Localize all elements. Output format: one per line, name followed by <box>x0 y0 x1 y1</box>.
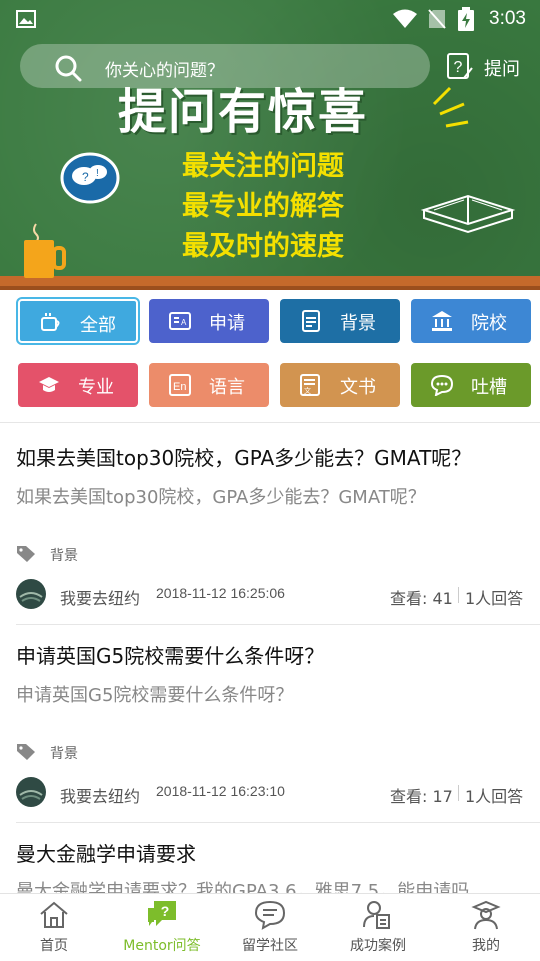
banner-chalk-tray <box>0 276 540 286</box>
username[interactable]: 我要去纽约 <box>60 585 140 609</box>
user-document-icon <box>363 901 390 929</box>
nav-success-cases[interactable]: 成功案例 <box>324 894 432 961</box>
question-tag[interactable]: 背景 <box>50 743 78 763</box>
tag-icon <box>17 744 35 760</box>
nav-mentor-qa[interactable]: ? Mentor问答 <box>108 894 216 961</box>
view-count: 查看: 17 <box>390 787 453 806</box>
category-label: 院校 <box>471 313 507 334</box>
banner-slogan-3: 最及时的速度 <box>182 231 344 262</box>
question-title[interactable]: 申请英国G5院校需要什么条件呀？ <box>16 640 324 669</box>
question-title[interactable]: 如果去美国top30院校，GPA多少能去？GMAT呢？ <box>16 442 471 471</box>
category-label: 申请 <box>209 313 245 334</box>
category-rant-button[interactable]: 吐槽 <box>411 363 531 407</box>
language-en-icon: En <box>169 374 191 396</box>
home-icon <box>40 901 68 928</box>
document-icon <box>302 310 320 332</box>
question-bubble-icon: ? <box>148 901 176 926</box>
post-time: 2018-11-12 16:25:06 <box>156 585 285 601</box>
banner-headline: 提问有惊喜 <box>118 84 369 140</box>
sparkle-lines-decoration <box>432 86 469 128</box>
avatar-image <box>19 592 43 602</box>
svg-text:A: A <box>181 318 187 327</box>
divider <box>16 624 540 625</box>
svg-text:文: 文 <box>304 386 311 395</box>
category-background-button[interactable]: 背景 <box>280 299 400 343</box>
divider <box>0 422 540 423</box>
username[interactable]: 我要去纽约 <box>60 783 140 807</box>
answer-count: 1人回答 <box>465 589 524 608</box>
nav-label: Mentor问答 <box>123 938 201 954</box>
svg-text:?: ? <box>161 903 170 919</box>
category-apply-button[interactable]: A 申请 <box>149 299 269 343</box>
institution-icon <box>432 311 452 331</box>
category-school-button[interactable]: 院校 <box>411 299 531 343</box>
nav-label: 留学社区 <box>242 938 298 954</box>
category-label: 背景 <box>340 313 376 334</box>
category-label: 全部 <box>80 315 116 336</box>
nav-community[interactable]: 留学社区 <box>216 894 324 961</box>
category-label: 吐槽 <box>471 377 507 398</box>
nav-label: 成功案例 <box>350 938 406 954</box>
svg-text:?: ? <box>82 170 89 184</box>
ask-button[interactable]: 提问 <box>484 55 520 81</box>
category-major-button[interactable]: 专业 <box>18 363 138 407</box>
battery-charging-icon <box>458 7 474 31</box>
category-language-button[interactable]: En 语言 <box>149 363 269 407</box>
banner-chalk-tray-edge <box>0 286 540 290</box>
essay-icon: 文 <box>300 374 320 396</box>
wifi-icon <box>393 9 417 28</box>
question-tag[interactable]: 背景 <box>50 545 78 565</box>
no-sim-icon <box>428 9 446 29</box>
status-bar: 3:03 <box>0 0 540 38</box>
search-icon <box>55 55 82 82</box>
nav-me[interactable]: 我的 <box>432 894 540 961</box>
coffee-mug-icon <box>24 223 66 278</box>
clock: 3:03 <box>489 8 526 29</box>
gallery-notification-icon <box>16 10 36 28</box>
avatar[interactable] <box>16 777 46 807</box>
category-label: 文书 <box>340 377 376 398</box>
separator <box>458 587 459 603</box>
svg-text:!: ! <box>96 168 99 179</box>
graduation-cap-icon <box>39 377 59 392</box>
graduate-user-icon <box>471 900 501 930</box>
category-label: 语言 <box>209 377 245 398</box>
view-count: 查看: 41 <box>390 589 453 608</box>
question-description[interactable]: 如果去美国top30院校，GPA多少能去？GMAT呢？ <box>16 483 426 509</box>
separator <box>458 785 459 801</box>
cup-icon <box>41 313 60 331</box>
category-all-button[interactable]: 全部 <box>18 299 138 343</box>
avatar[interactable] <box>16 579 46 609</box>
nav-label: 我的 <box>472 938 500 954</box>
category-label: 专业 <box>78 377 114 398</box>
banner-slogan-2: 最专业的解答 <box>182 191 344 222</box>
nav-home[interactable]: 首页 <box>0 894 108 961</box>
message-icon <box>254 900 286 930</box>
svg-text:En: En <box>173 381 186 393</box>
category-essay-button[interactable]: 文 文书 <box>280 363 400 407</box>
nav-label: 首页 <box>40 938 68 954</box>
divider <box>16 822 540 823</box>
question-title[interactable]: 曼大金融学申请要求 <box>16 838 196 867</box>
answer-count: 1人回答 <box>465 787 524 806</box>
question-description[interactable]: 申请英国G5院校需要什么条件呀？ <box>16 681 293 707</box>
avatar-image <box>19 790 43 800</box>
open-book-icon <box>420 194 516 234</box>
banner-slogan-1: 最关注的问题 <box>182 151 344 182</box>
chat-bubble-icon <box>431 374 453 396</box>
tag-icon <box>17 546 35 562</box>
bottom-navigation: 首页 ? Mentor问答 留学社区 成功案例 我的 <box>0 893 540 961</box>
id-card-icon: A <box>169 312 191 330</box>
speech-bubble-badge-icon: ? ! <box>60 152 120 204</box>
post-time: 2018-11-12 16:23:10 <box>156 783 285 799</box>
